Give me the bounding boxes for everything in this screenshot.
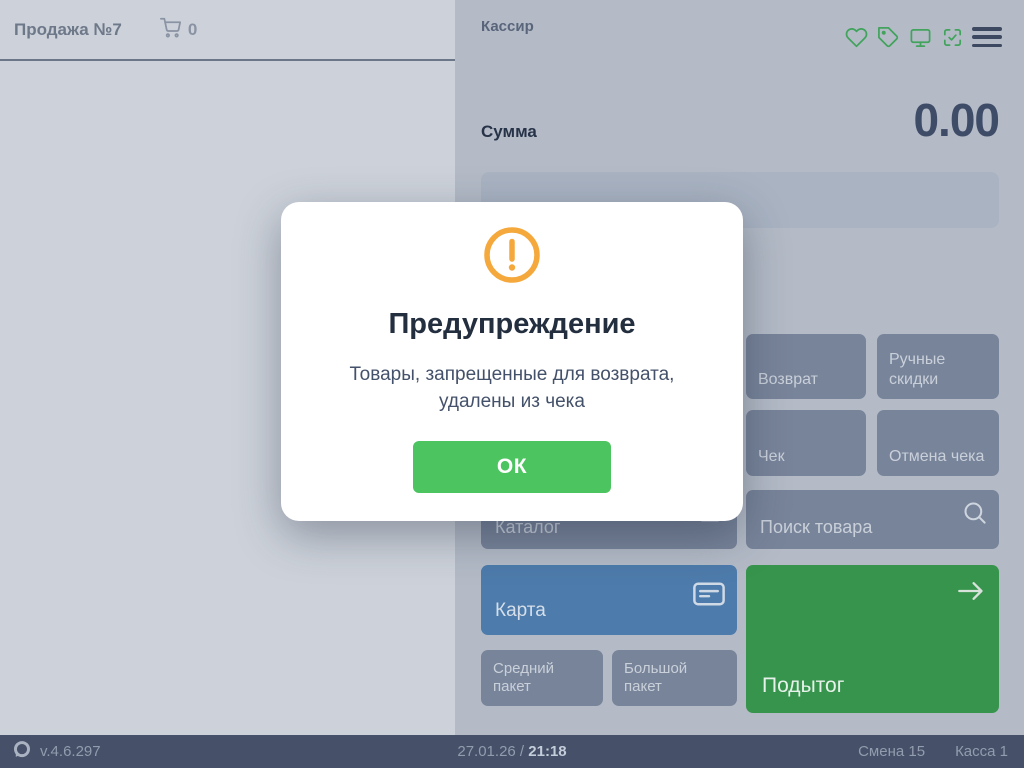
medium-bag-label: Средний пакет bbox=[493, 660, 591, 698]
subtotal-button-label: Подытог bbox=[762, 673, 844, 699]
large-bag-button[interactable]: Большой пакет bbox=[612, 650, 737, 706]
shift-block: Смена 15 Касса 1 bbox=[858, 743, 1008, 760]
status-bar: v.4.6.297 27.01.26 / 21:18 Смена 15 Касс… bbox=[0, 735, 1024, 768]
dialog-title: Предупреждение bbox=[388, 308, 635, 341]
sale-title: Продажа №7 bbox=[14, 20, 122, 40]
sum-label: Сумма bbox=[481, 122, 537, 142]
cart-icon bbox=[160, 17, 181, 43]
version-label: v.4.6.297 bbox=[40, 743, 101, 760]
medium-bag-button[interactable]: Средний пакет bbox=[481, 650, 603, 706]
product-search-button[interactable]: Поиск товара bbox=[746, 490, 999, 549]
return-button-label: Возврат bbox=[758, 370, 818, 390]
header-toolbar bbox=[845, 26, 964, 49]
monitor-icon[interactable] bbox=[909, 26, 932, 49]
card-button-label: Карта bbox=[495, 599, 546, 623]
cart-count: 0 bbox=[188, 20, 197, 40]
sum-value: 0.00 bbox=[913, 93, 999, 147]
ok-button[interactable]: ОК bbox=[413, 441, 611, 493]
dialog-message: Товары, запрещенные для возврата, удален… bbox=[338, 362, 686, 416]
pos-app: Продажа №7 0 Кассир bbox=[0, 0, 1024, 768]
manual-discounts-label: Ручные скидки bbox=[889, 350, 987, 390]
subtotal-button[interactable]: Подытог bbox=[746, 565, 999, 713]
time-label: 21:18 bbox=[528, 743, 566, 760]
register-label: Касса 1 bbox=[955, 743, 1008, 760]
datetime: 27.01.26 / 21:18 bbox=[457, 743, 566, 760]
heart-icon[interactable] bbox=[845, 26, 868, 49]
return-button[interactable]: Возврат bbox=[746, 334, 866, 399]
app-logo-icon bbox=[12, 740, 32, 764]
shift-label: Смена 15 bbox=[858, 743, 925, 760]
card-button[interactable]: Карта bbox=[481, 565, 737, 635]
receipt-button-label: Чек bbox=[758, 447, 785, 467]
cancel-receipt-label: Отмена чека bbox=[889, 447, 984, 467]
receipt-button[interactable]: Чек bbox=[746, 410, 866, 476]
datetime-separator: / bbox=[520, 743, 524, 760]
receipt-header: Продажа №7 0 bbox=[0, 0, 455, 61]
arrow-right-icon bbox=[955, 578, 987, 611]
version-block: v.4.6.297 bbox=[12, 740, 101, 764]
manual-discounts-button[interactable]: Ручные скидки bbox=[877, 334, 999, 399]
tag-icon[interactable] bbox=[877, 26, 900, 49]
warning-icon bbox=[483, 226, 541, 289]
search-icon bbox=[961, 499, 988, 532]
scan-check-icon[interactable] bbox=[941, 26, 964, 49]
large-bag-label: Большой пакет bbox=[624, 660, 725, 698]
menu-icon[interactable] bbox=[972, 27, 1002, 47]
product-search-label: Поиск товара bbox=[760, 516, 872, 539]
date-label: 27.01.26 bbox=[457, 743, 515, 760]
cancel-receipt-button[interactable]: Отмена чека bbox=[877, 410, 999, 476]
cashier-label: Кассир bbox=[481, 18, 534, 35]
card-icon bbox=[690, 578, 728, 617]
warning-dialog: Предупреждение Товары, запрещенные для в… bbox=[281, 202, 743, 521]
cart-counter: 0 bbox=[160, 17, 197, 43]
